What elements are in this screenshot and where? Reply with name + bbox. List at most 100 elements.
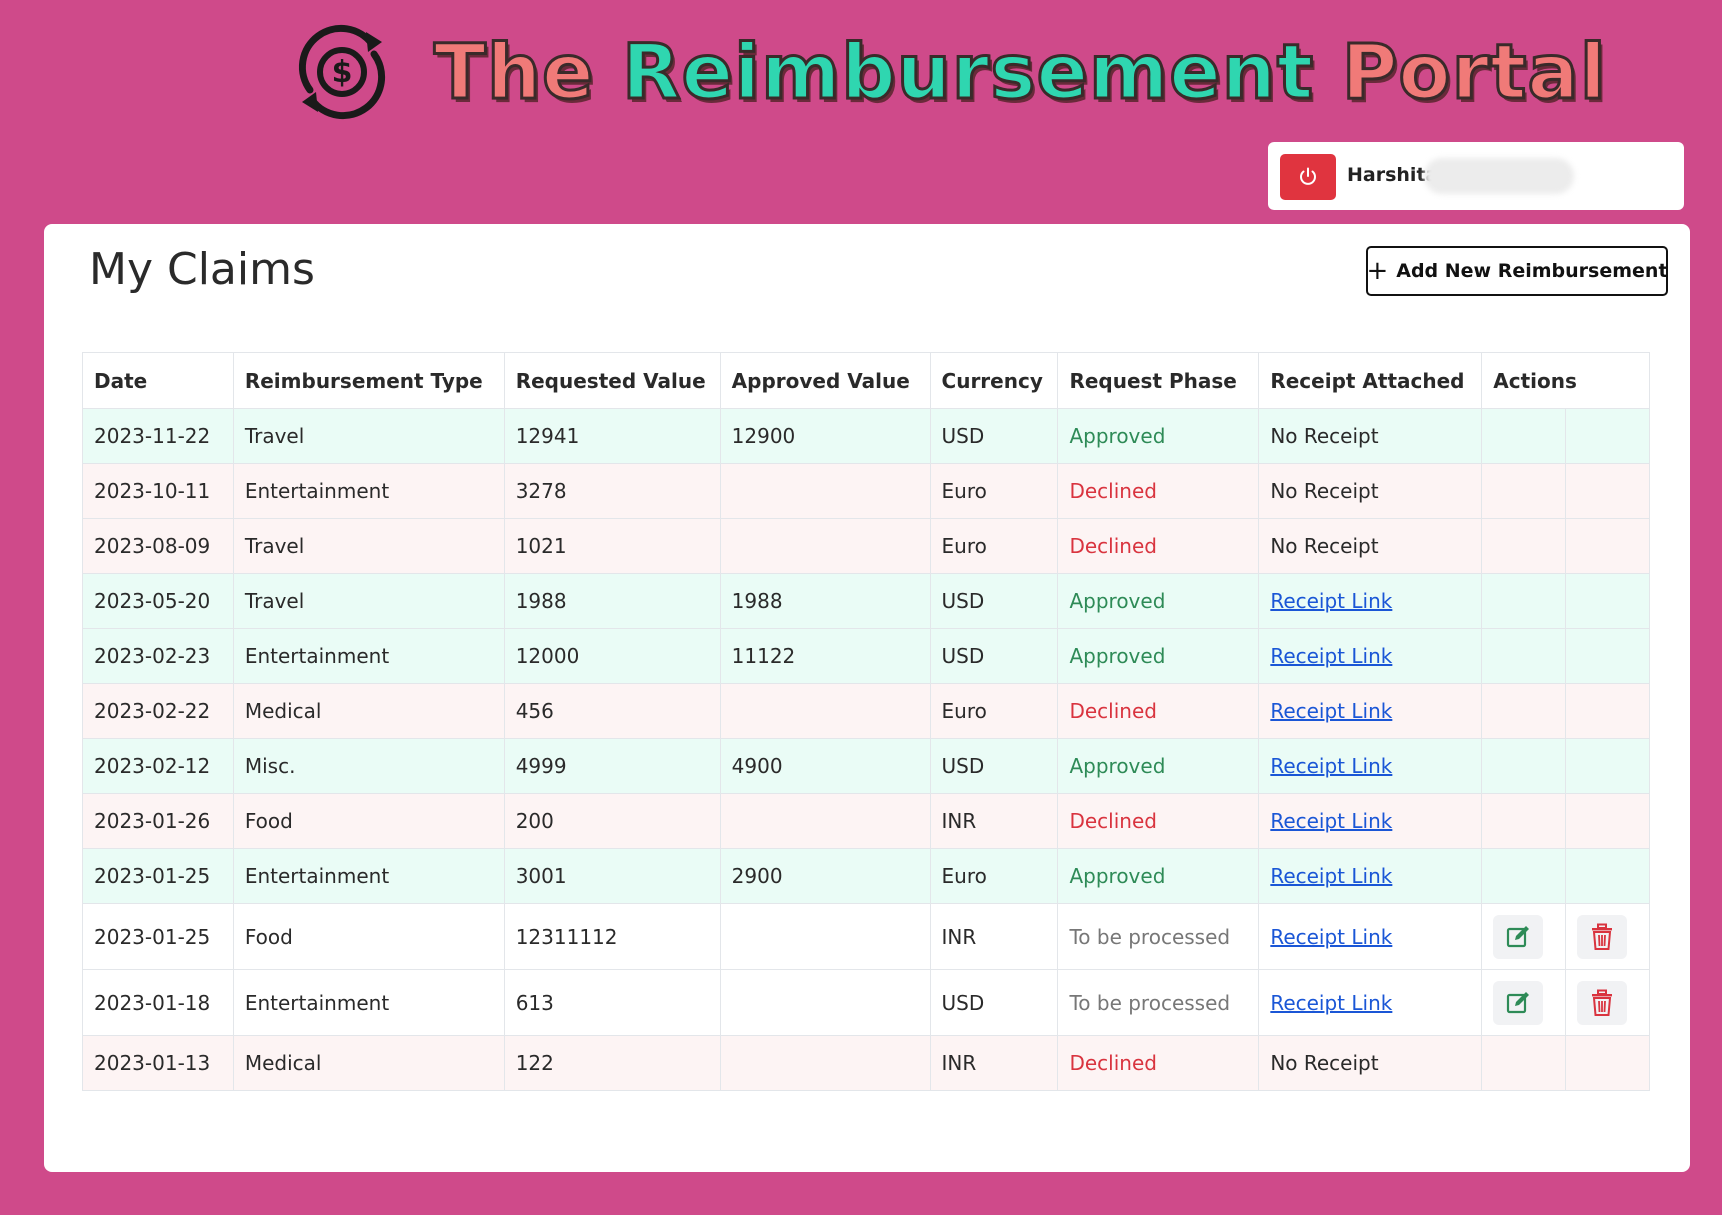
cell-currency: USD: [929, 628, 1059, 684]
cell-edit: [1481, 793, 1567, 849]
receipt-link[interactable]: Receipt Link: [1270, 644, 1392, 668]
cell-delete: [1565, 463, 1650, 519]
col-reimbursement-type: Reimbursement Type: [232, 352, 505, 409]
cell-phase: Declined: [1057, 463, 1260, 519]
cell-edit: [1481, 1035, 1567, 1091]
cell-receipt: Receipt Link: [1258, 683, 1483, 739]
cell-approved: 1988: [719, 573, 931, 629]
cell-receipt: No Receipt: [1258, 1035, 1483, 1091]
cell-edit: [1481, 463, 1567, 519]
cell-delete: [1565, 573, 1650, 629]
edit-button[interactable]: [1493, 980, 1544, 1025]
cell-currency: USD: [929, 573, 1059, 629]
receipt-link[interactable]: Receipt Link: [1270, 754, 1392, 778]
title-word-reimbursement: Reimbursement: [620, 26, 1315, 118]
receipt-link[interactable]: Receipt Link: [1270, 699, 1392, 723]
cell-date: 2023-10-11: [82, 463, 234, 519]
cell-date: 2023-01-13: [82, 1035, 234, 1091]
cell-currency: INR: [929, 903, 1059, 970]
cell-requested: 4999: [503, 738, 721, 794]
cell-type: Medical: [232, 1035, 505, 1091]
cell-currency: Euro: [929, 683, 1059, 739]
table-row: 2023-10-11 Entertainment 3278 Euro Declined N…: [82, 463, 1650, 519]
receipt-link[interactable]: Receipt Link: [1270, 589, 1392, 613]
col-actions: Actions: [1481, 352, 1650, 409]
cell-phase: Approved: [1057, 738, 1260, 794]
claims-table-body: 2023-11-22 Travel 12941 12900 USD Approved No …: [82, 408, 1650, 1091]
edit-button[interactable]: [1493, 914, 1544, 959]
table-row: 2023-01-26 Food 200 INR Declined Receipt Link: [82, 793, 1650, 849]
cell-date: 2023-02-22: [82, 683, 234, 739]
cell-requested: 613: [503, 969, 721, 1036]
claims-card: My Claims + Add New Reimbursement Date R…: [44, 224, 1690, 1172]
logout-button[interactable]: [1280, 154, 1336, 200]
cell-approved: [719, 518, 931, 574]
receipt-link[interactable]: Receipt Link: [1270, 925, 1392, 949]
table-row: 2023-01-25 Entertainment 3001 2900 Euro Appro…: [82, 848, 1650, 904]
cell-type: Medical: [232, 683, 505, 739]
cell-phase: Approved: [1057, 573, 1260, 629]
cell-approved: [719, 683, 931, 739]
cell-delete: [1565, 738, 1650, 794]
cell-receipt: Receipt Link: [1258, 628, 1483, 684]
cell-requested: 200: [503, 793, 721, 849]
cell-phase: Declined: [1057, 683, 1260, 739]
cell-phase: Declined: [1057, 518, 1260, 574]
cell-edit: [1481, 408, 1567, 464]
cell-currency: INR: [929, 1035, 1059, 1091]
cell-receipt: No Receipt: [1258, 518, 1483, 574]
header: $ The Reimbursement Portal: [0, 0, 1722, 140]
cell-type: Entertainment: [232, 463, 505, 519]
cell-requested: 12311112: [503, 903, 721, 970]
power-icon: [1300, 167, 1316, 185]
table-row: 2023-05-20 Travel 1988 1988 USD Approved Recei…: [82, 573, 1650, 629]
cell-receipt: Receipt Link: [1258, 573, 1483, 629]
cell-approved: [719, 969, 931, 1036]
delete-button[interactable]: [1577, 980, 1628, 1025]
cell-edit: [1481, 683, 1567, 739]
delete-button[interactable]: [1577, 914, 1628, 959]
cell-type: Travel: [232, 573, 505, 629]
cell-type: Food: [232, 903, 505, 970]
title-word-the: The: [433, 26, 595, 118]
page-title: My Claims: [89, 244, 315, 295]
cell-type: Travel: [232, 518, 505, 574]
cell-currency: Euro: [929, 848, 1059, 904]
receipt-link[interactable]: Receipt Link: [1270, 991, 1392, 1015]
app-title: The Reimbursement Portal: [433, 22, 1608, 122]
cell-approved: 2900: [719, 848, 931, 904]
cell-edit: [1481, 969, 1567, 1036]
cell-requested: 3001: [503, 848, 721, 904]
add-reimbursement-label: Add New Reimbursement: [1396, 260, 1668, 282]
cell-receipt: Receipt Link: [1258, 738, 1483, 794]
edit-icon: [1507, 925, 1530, 947]
cell-delete: [1565, 793, 1650, 849]
cell-edit: [1481, 738, 1567, 794]
cell-currency: Euro: [929, 518, 1059, 574]
user-panel: Harshita: [1268, 142, 1684, 210]
cell-phase: Declined: [1057, 793, 1260, 849]
cell-type: Entertainment: [232, 969, 505, 1036]
receipt-link[interactable]: Receipt Link: [1270, 809, 1392, 833]
table-row: 2023-02-12 Misc. 4999 4900 USD Approved Receip…: [82, 738, 1650, 794]
receipt-link[interactable]: Receipt Link: [1270, 864, 1392, 888]
cell-delete: [1565, 628, 1650, 684]
cell-receipt: Receipt Link: [1258, 969, 1483, 1036]
cell-phase: Declined: [1057, 1035, 1260, 1091]
edit-icon: [1507, 991, 1530, 1013]
trash-icon: [1592, 989, 1613, 1016]
cell-receipt: No Receipt: [1258, 463, 1483, 519]
cell-type: Entertainment: [232, 848, 505, 904]
table-row: 2023-02-23 Entertainment 12000 11122 USD Appr…: [82, 628, 1650, 684]
cell-requested: 122: [503, 1035, 721, 1091]
cell-requested: 1988: [503, 573, 721, 629]
claims-table: Date Reimbursement Type Requested Value …: [82, 352, 1650, 1091]
table-row: 2023-08-09 Travel 1021 Euro Declined No Recei…: [82, 518, 1650, 574]
table-row: 2023-02-22 Medical 456 Euro Declined Receipt …: [82, 683, 1650, 739]
cell-phase: Approved: [1057, 628, 1260, 684]
cell-requested: 12000: [503, 628, 721, 684]
add-reimbursement-button[interactable]: + Add New Reimbursement: [1366, 246, 1668, 296]
cell-delete: [1565, 1035, 1650, 1091]
cell-delete: [1565, 903, 1650, 970]
table-row: 2023-01-13 Medical 122 INR Declined No Receip…: [82, 1035, 1650, 1091]
